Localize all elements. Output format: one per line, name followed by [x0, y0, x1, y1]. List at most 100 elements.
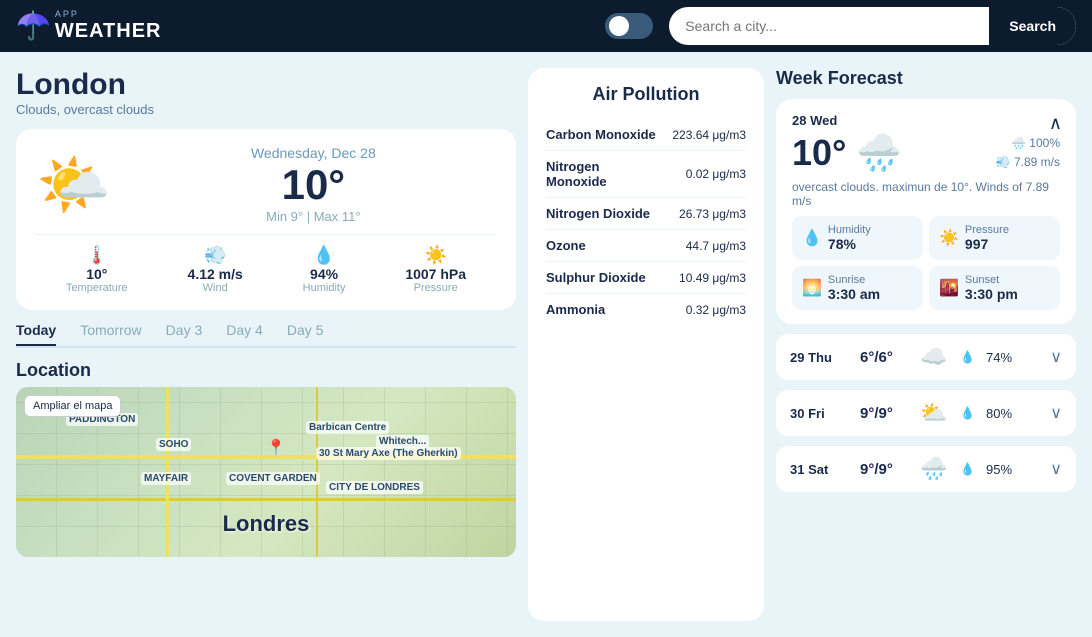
pollutant-value-5: 0.32 μg/m3: [686, 303, 746, 317]
tab-day4[interactable]: Day 4: [226, 322, 263, 344]
current-weather-card: 🌤️ Wednesday, Dec 28 10° Min 9° | Max 11…: [16, 129, 516, 310]
main-forecast-stats: 💧 Humidity 78% ☀️ Pressure 997 🌅: [792, 216, 1060, 310]
map-label-city: CITY DE LONDRES: [326, 481, 423, 494]
weather-date: Wednesday, Dec 28: [131, 145, 496, 161]
main-forecast-date: 28 Wed: [792, 113, 1060, 128]
tab-day3[interactable]: Day 3: [166, 322, 203, 344]
fr-expand-thu[interactable]: ∨: [1050, 347, 1062, 367]
ampliar-mapa-button[interactable]: Ampliar el mapa: [24, 395, 121, 417]
map-background: PADDINGTON SOHO MAYFAIR COVENT GARDEN Ba…: [16, 387, 516, 557]
city-description: Clouds, overcast clouds: [16, 102, 516, 117]
fr-percent-sat: 95%: [986, 462, 1026, 477]
weather-temp: 10°: [131, 161, 496, 209]
pollutant-value-1: 0.02 μg/m3: [686, 167, 746, 181]
weather-stats: 🌡️ 10° Temperature 💨 4.12 m/s Wind 💧 94%…: [36, 234, 496, 294]
sunset-stat-value: 3:30 pm: [965, 286, 1018, 302]
pollutant-name-2: Nitrogen Dioxide: [546, 206, 650, 221]
sunrise-stat-info: Sunrise 3:30 am: [828, 274, 880, 302]
main-forecast-rain: 🌧️ 100%: [996, 134, 1060, 153]
stat-wind: 💨 4.12 m/s Wind: [188, 245, 243, 294]
sunset-stat-icon: 🌇: [939, 278, 959, 298]
humidity-stat-icon: 💧: [802, 228, 822, 248]
search-bar: Search: [669, 7, 1076, 45]
pollutant-name-1: NitrogenMonoxide: [546, 159, 607, 189]
theme-toggle[interactable]: [605, 13, 653, 39]
search-input[interactable]: [669, 18, 989, 34]
weather-icon: 🌤️: [36, 155, 111, 215]
main-forecast-icon: 🌧️: [856, 132, 901, 174]
stat-pressure: ☀️ 1007 hPa Pressure: [405, 245, 466, 294]
main-forecast-wind: 💨 7.89 m/s: [996, 153, 1060, 172]
fr-expand-fri[interactable]: ∨: [1050, 403, 1062, 423]
fr-expand-sat[interactable]: ∨: [1050, 459, 1062, 479]
forecast-row-thu: 29 Thu 6°/6° ☁️ 💧 74% ∨: [776, 334, 1076, 380]
air-row-2: Nitrogen Dioxide 26.73 μg/m3: [546, 198, 746, 230]
air-row-0: Carbon Monoxide 223.64 μg/m3: [546, 119, 746, 151]
logo-icon: ☂️: [16, 12, 51, 40]
fr-icon-thu: ☁️: [920, 344, 950, 370]
fr-icon-sat: 🌧️: [920, 456, 950, 482]
pollutant-value-4: 10.49 μg/m3: [679, 271, 746, 285]
sunset-stat-label: Sunset: [965, 274, 1018, 286]
fc-stat-sunset: 🌇 Sunset 3:30 pm: [929, 266, 1060, 310]
main-forecast-card: 28 Wed 10° 🌧️ 🌧️ 100% 💨 7.89 m/s overcas…: [776, 99, 1076, 324]
tab-today[interactable]: Today: [16, 322, 56, 346]
weather-minmax: Min 9° | Max 11°: [131, 209, 496, 224]
fc-stat-pressure: ☀️ Pressure 997: [929, 216, 1060, 260]
fr-percent-fri: 80%: [986, 406, 1026, 421]
pollutant-value-2: 26.73 μg/m3: [679, 207, 746, 221]
main-content: London Clouds, overcast clouds 🌤️ Wednes…: [0, 52, 1092, 637]
map-city-label: Londres: [223, 511, 310, 537]
stat-temperature: 🌡️ 10° Temperature: [66, 245, 128, 294]
air-row-4: Sulphur Dioxide 10.49 μg/m3: [546, 262, 746, 294]
city-name: London: [16, 68, 516, 102]
fc-stat-sunrise: 🌅 Sunrise 3:30 am: [792, 266, 923, 310]
search-button[interactable]: Search: [989, 7, 1076, 45]
map-label-whitechapel: Whitech...: [376, 435, 429, 448]
air-row-1: NitrogenMonoxide 0.02 μg/m3: [546, 151, 746, 198]
logo-app-label: APP: [55, 10, 162, 20]
pollutant-value-3: 44.7 μg/m3: [686, 239, 746, 253]
logo-text: APP WEATHER: [55, 10, 162, 42]
forecast-row-fri: 30 Fri 9°/9° ⛅ 💧 80% ∨: [776, 390, 1076, 436]
fr-date-fri: 30 Fri: [790, 406, 850, 421]
fr-temp-sat: 9°/9°: [860, 461, 910, 478]
humidity-label: Humidity: [303, 282, 346, 294]
pollutant-name-5: Ammonia: [546, 302, 605, 317]
stat-humidity: 💧 94% Humidity: [303, 245, 346, 294]
fr-temp-thu: 6°/6°: [860, 349, 910, 366]
collapse-button[interactable]: ∧: [1049, 113, 1062, 134]
sunrise-stat-label: Sunrise: [828, 274, 880, 286]
tab-tomorrow[interactable]: Tomorrow: [80, 322, 141, 344]
temp-value: 10°: [66, 266, 128, 282]
humidity-icon: 💧: [303, 245, 346, 266]
main-forecast-meta: 🌧️ 100% 💨 7.89 m/s: [996, 134, 1060, 172]
humidity-stat-value: 78%: [828, 236, 871, 252]
location-title: Location: [16, 360, 516, 381]
pollutant-value-0: 223.64 μg/m3: [672, 128, 746, 142]
weather-card-top: 🌤️ Wednesday, Dec 28 10° Min 9° | Max 11…: [36, 145, 496, 224]
tab-day5[interactable]: Day 5: [287, 322, 324, 344]
air-row-5: Ammonia 0.32 μg/m3: [546, 294, 746, 325]
pressure-stat-label: Pressure: [965, 224, 1009, 236]
pressure-stat-value: 997: [965, 236, 1009, 252]
humidity-value: 94%: [303, 266, 346, 282]
left-panel: London Clouds, overcast clouds 🌤️ Wednes…: [16, 68, 516, 621]
location-section: Location PADDINGTON SOHO MAYFAIR COVENT …: [16, 360, 516, 557]
week-forecast-title: Week Forecast: [776, 68, 1076, 89]
air-pollution-panel: Air Pollution Carbon Monoxide 223.64 μg/…: [516, 68, 776, 621]
logo: ☂️ APP WEATHER: [16, 10, 176, 42]
thermometer-icon: 🌡️: [66, 245, 128, 266]
day-tabs: Today Tomorrow Day 3 Day 4 Day 5: [16, 322, 516, 348]
main-forecast-top-row: 10° 🌧️ 🌧️ 100% 💨 7.89 m/s: [792, 132, 1060, 174]
fr-temp-fri: 9°/9°: [860, 405, 910, 422]
air-pollution-title: Air Pollution: [546, 84, 746, 105]
pressure-stat-info: Pressure 997: [965, 224, 1009, 252]
pollutant-name-0: Carbon Monoxide: [546, 127, 656, 142]
main-forecast-desc: overcast clouds. maximun de 10°. Winds o…: [792, 180, 1060, 208]
map-label-mayfair: MAYFAIR: [141, 472, 191, 485]
logo-weather-label: WEATHER: [55, 20, 162, 42]
fc-stat-humidity: 💧 Humidity 78%: [792, 216, 923, 260]
pollutant-name-3: Ozone: [546, 238, 586, 253]
forecast-row-sat: 31 Sat 9°/9° 🌧️ 💧 95% ∨: [776, 446, 1076, 492]
